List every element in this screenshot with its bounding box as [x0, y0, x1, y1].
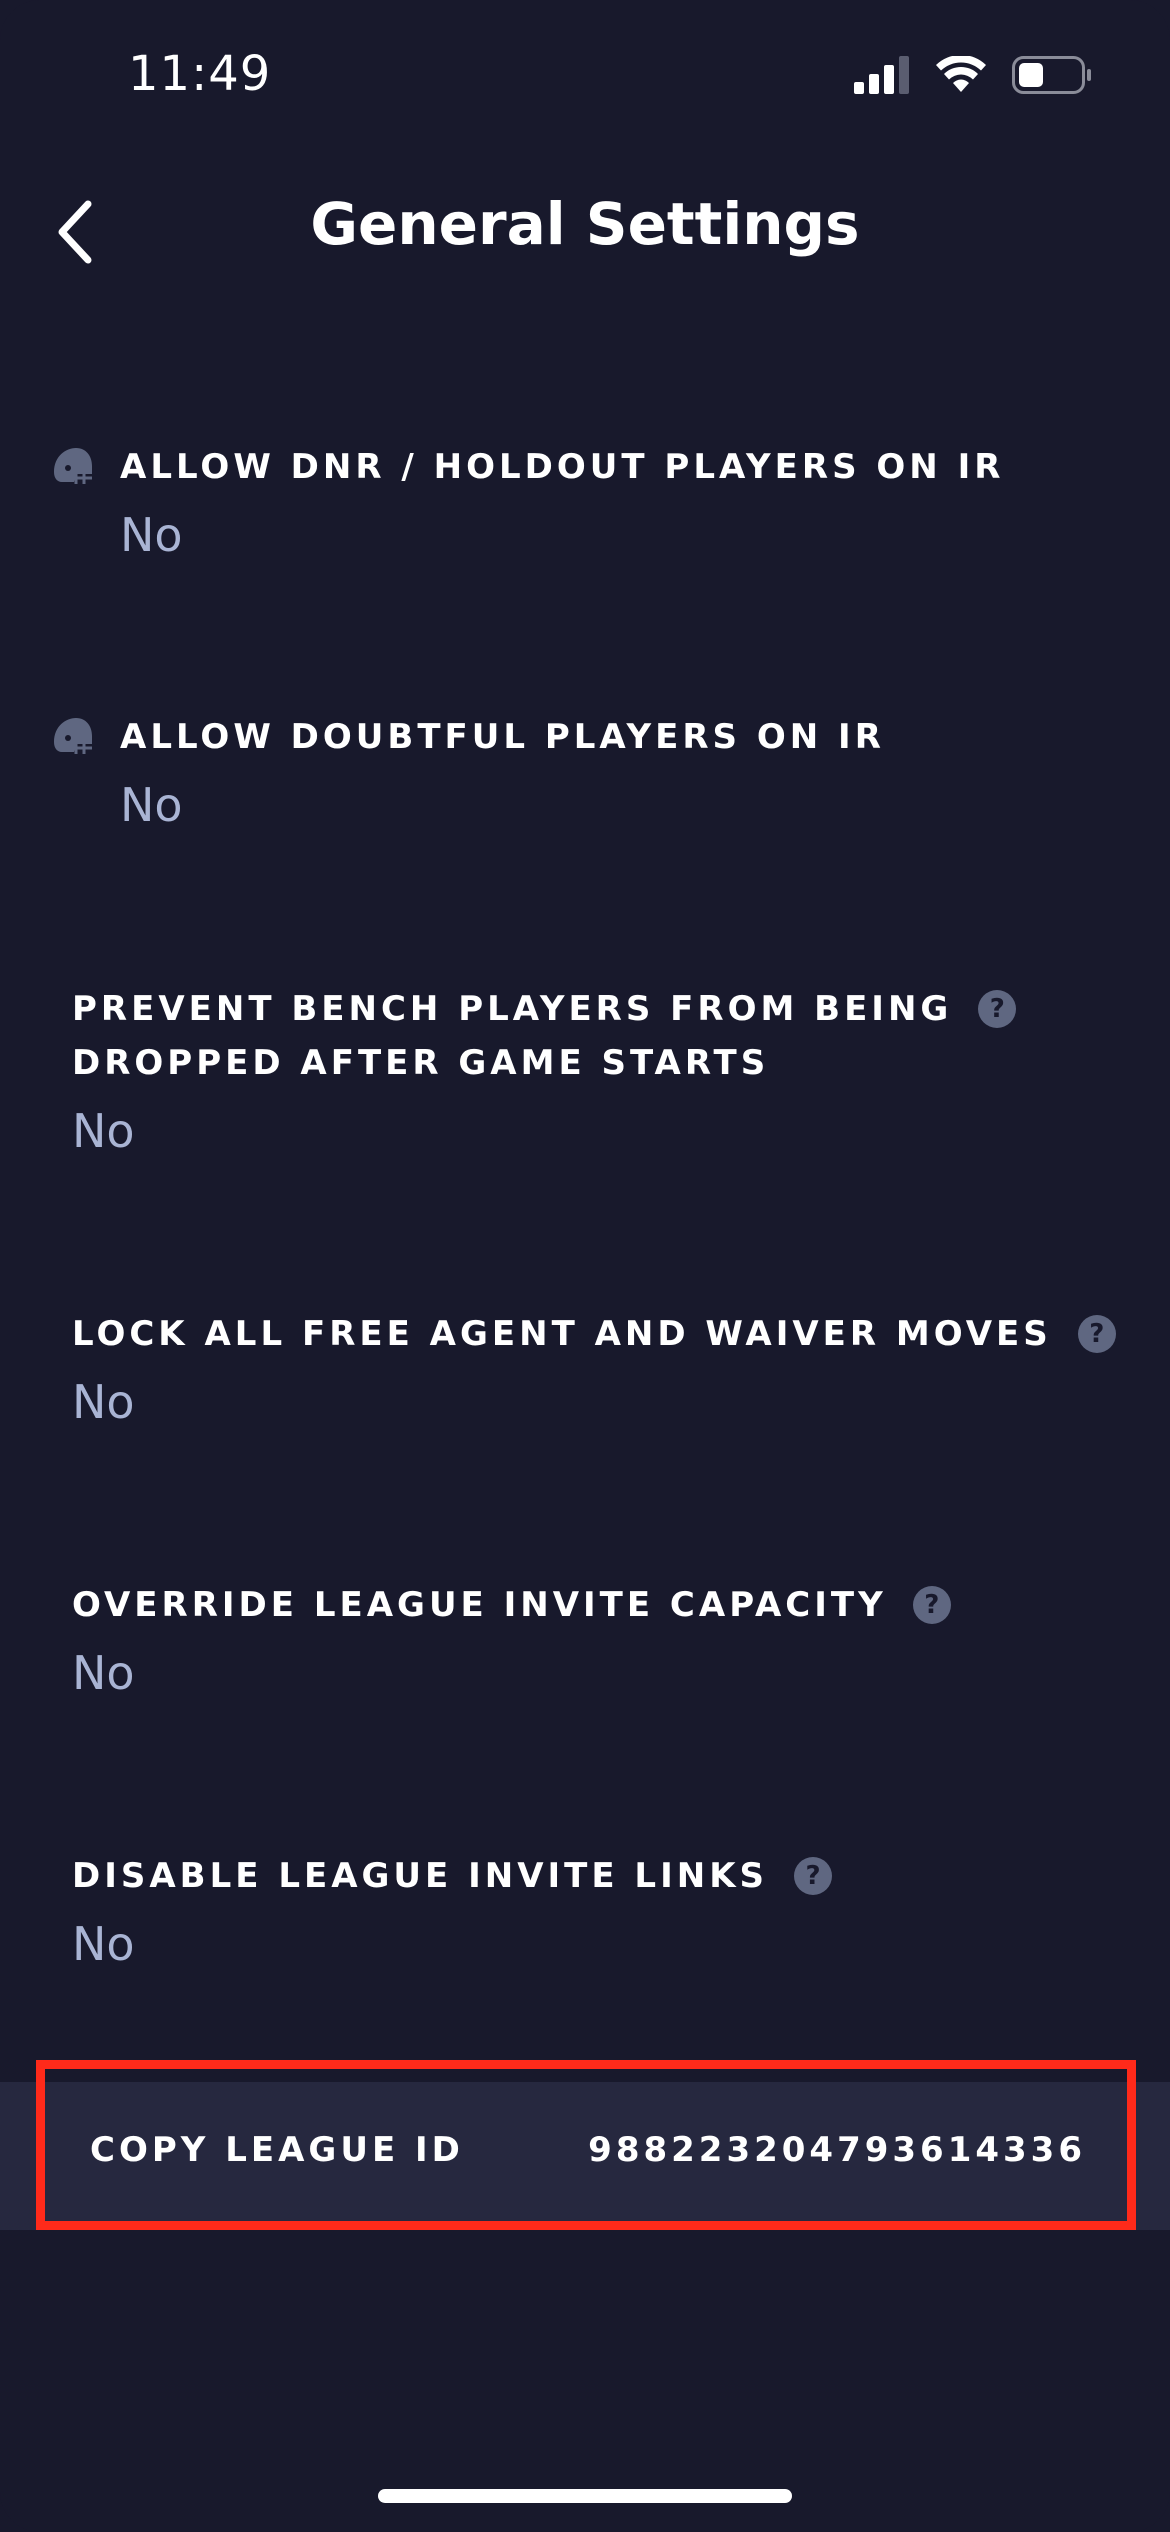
setting-label-row: OVERRIDE LEAGUE INVITE CAPACITY ?: [72, 1578, 1170, 1632]
football-helmet-icon: [54, 448, 92, 484]
copy-league-id-label: COPY LEAGUE ID: [90, 2130, 464, 2170]
setting-value: No: [120, 508, 183, 562]
setting-value: No: [120, 778, 183, 832]
league-id-value: 988223204793614336: [588, 2130, 1086, 2170]
setting-label-text: OVERRIDE LEAGUE INVITE CAPACITY: [72, 1585, 887, 1625]
help-icon[interactable]: ?: [978, 990, 1017, 1028]
setting-label-text: DISABLE LEAGUE INVITE LINKS: [72, 1856, 769, 1896]
home-indicator: [378, 2489, 792, 2503]
status-bar-time: 11:49: [128, 46, 272, 102]
help-icon[interactable]: ?: [912, 1586, 951, 1624]
setting-lock-fa-waiver-moves[interactable]: LOCK ALL FREE AGENT AND WAIVER MOVES ? N…: [0, 1307, 1170, 1429]
setting-override-invite-capacity[interactable]: OVERRIDE LEAGUE INVITE CAPACITY ? No: [0, 1578, 1170, 1700]
general-settings-screen: 11:49 General Settings ALLOW DNR / HOLDO…: [0, 0, 1170, 2532]
setting-label-row: LOCK ALL FREE AGENT AND WAIVER MOVES ?: [72, 1307, 1170, 1361]
setting-value: No: [72, 1104, 135, 1158]
setting-label-text: LOCK ALL FREE AGENT AND WAIVER MOVES: [72, 1314, 1052, 1354]
setting-value: No: [72, 1917, 135, 1971]
setting-label: ALLOW DNR / HOLDOUT PLAYERS ON IR: [120, 447, 1005, 487]
setting-disable-invite-links[interactable]: DISABLE LEAGUE INVITE LINKS ? No: [0, 1849, 1170, 1971]
setting-label: ALLOW DOUBTFUL PLAYERS ON IR: [120, 717, 885, 757]
page-title: General Settings: [310, 190, 860, 258]
setting-label-row: DISABLE LEAGUE INVITE LINKS ?: [72, 1849, 1170, 1903]
setting-allow-doubtful-on-ir[interactable]: ALLOW DOUBTFUL PLAYERS ON IR No: [0, 710, 1170, 832]
setting-value: No: [72, 1375, 135, 1429]
setting-label-line2: DROPPED AFTER GAME STARTS: [72, 1043, 770, 1083]
help-icon[interactable]: ?: [1077, 1315, 1116, 1353]
setting-label-text: PREVENT BENCH PLAYERS FROM BEING: [72, 989, 953, 1029]
setting-prevent-bench-drop[interactable]: PREVENT BENCH PLAYERS FROM BEING ? DROPP…: [0, 982, 1170, 1158]
cellular-signal-icon: [854, 56, 909, 94]
battery-icon: [1012, 56, 1091, 94]
football-helmet-icon: [54, 718, 92, 754]
help-icon[interactable]: ?: [794, 1857, 833, 1895]
wifi-icon: [936, 56, 986, 92]
setting-value: No: [72, 1646, 135, 1700]
setting-allow-dnr-holdout-on-ir[interactable]: ALLOW DNR / HOLDOUT PLAYERS ON IR No: [0, 440, 1170, 562]
status-bar-icons: [854, 56, 1092, 94]
setting-label-line1: PREVENT BENCH PLAYERS FROM BEING ?: [72, 982, 1170, 1036]
